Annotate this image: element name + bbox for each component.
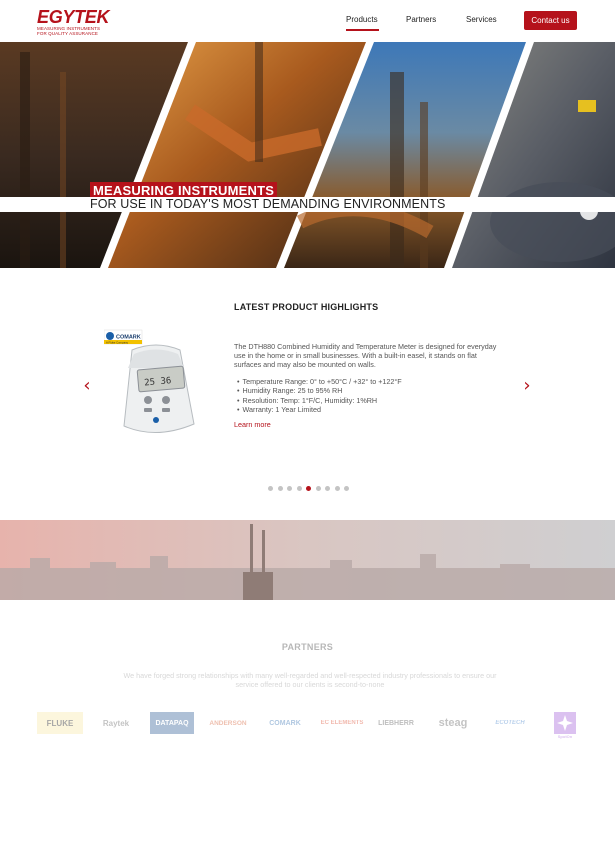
carousel-dot[interactable] <box>296 486 302 491</box>
egytek-logo[interactable]: EGYTEK MEASURING INSTRUMENTS FOR QUALITY… <box>37 7 110 36</box>
partner-logo-elements[interactable]: EC ELEMENTS <box>320 712 364 734</box>
nav-active-indicator <box>346 29 379 31</box>
carousel-pagination <box>268 486 349 492</box>
spoton-star-icon <box>554 711 576 734</box>
carousel-dot[interactable] <box>344 486 349 491</box>
partner-logo-label: FLUKE <box>46 718 74 728</box>
product-specs-list: Temperature Range: 0° to +50°C / +32° to… <box>237 377 402 414</box>
partner-logo-label: ECOTECH <box>495 720 525 726</box>
carousel-dot[interactable] <box>268 486 273 491</box>
carousel-dot[interactable] <box>287 486 292 491</box>
learn-more-link[interactable]: Learn more <box>234 420 271 429</box>
spec-item: Warranty: 1 Year Limited <box>237 405 402 414</box>
partner-logo-spoton[interactable]: SpotOn <box>552 710 578 740</box>
partner-logo-fluke[interactable]: FLUKE <box>37 712 83 734</box>
site-header: EGYTEK MEASURING INSTRUMENTS FOR QUALITY… <box>0 0 615 42</box>
hero-slider-handle[interactable] <box>580 202 598 220</box>
product-description: The DTH880 Combined Humidity and Tempera… <box>234 342 497 370</box>
carousel-prev-arrow-icon[interactable]: ‹ <box>80 376 94 396</box>
hero-title-box: MEASURING INSTRUMENTS <box>90 182 278 198</box>
hero-title: MEASURING INSTRUMENTS <box>93 183 275 198</box>
partner-logo-label: LIEBHERR <box>378 719 414 727</box>
spec-item: Humidity Range: 25 to 95% RH <box>237 386 402 395</box>
partner-logo-raytek[interactable]: Raytek <box>92 712 140 734</box>
partner-logo-label: DATAPAQ <box>155 719 189 727</box>
partner-logo-label: EC ELEMENTS <box>320 720 364 726</box>
nav-services[interactable]: Services <box>466 15 497 24</box>
product-image: COMARK A Fluke Company 25 36 <box>103 328 204 448</box>
partner-logo-label: COMARK <box>269 719 301 727</box>
partner-logo-comark[interactable]: COMARK <box>261 712 309 734</box>
partner-logo-steag[interactable]: steag <box>431 712 475 734</box>
hero-collage <box>0 42 615 268</box>
spec-item: Temperature Range: 0° to +50°C / +32° to… <box>237 377 402 386</box>
carousel-dot[interactable] <box>315 486 321 491</box>
partners-title: PARTNERS <box>281 642 334 652</box>
partner-logo-liebherr[interactable]: LIEBHERR <box>373 712 419 734</box>
carousel-dot-active[interactable] <box>306 486 311 491</box>
logo-tagline-2: FOR QUALITY ASSURANCE <box>37 31 99 36</box>
nav-products[interactable]: Products <box>346 15 378 24</box>
partner-logo-label: steag <box>438 717 468 729</box>
carousel-dot[interactable] <box>277 486 283 491</box>
city-skyline-banner <box>0 520 615 600</box>
hero-banner: MEASURING INSTRUMENTS FOR USE IN TODAY'S… <box>0 42 615 268</box>
highlights-title: LATEST PRODUCT HIGHLIGHTS <box>234 302 379 312</box>
partner-logo-label: Raytek <box>102 718 130 728</box>
spec-item: Resolution: Temp: 1°F/C, Humidity: 1%RH <box>237 396 402 405</box>
partner-logo-ecotech[interactable]: ECOTECH <box>487 712 533 734</box>
carousel-next-arrow-icon[interactable]: › <box>520 376 534 396</box>
hero-subtitle: FOR USE IN TODAY'S MOST DEMANDING ENVIRO… <box>90 197 446 211</box>
carousel-dot[interactable] <box>325 486 330 491</box>
partner-logo-datapaq[interactable]: DATAPAQ <box>150 712 194 734</box>
product-brand-sub-label: A Fluke Company <box>106 340 129 344</box>
carousel-dot[interactable] <box>334 486 340 491</box>
partners-description: We have forged strong relationships with… <box>123 671 497 690</box>
contact-us-button[interactable]: Contact us <box>524 11 577 30</box>
logo-wordmark: EGYTEK <box>37 7 110 27</box>
partner-logo-label: SpotOn <box>557 733 573 739</box>
partner-logo-anderson[interactable]: ANDERSON <box>206 712 250 734</box>
partner-logo-label: ANDERSON <box>209 719 247 727</box>
nav-partners[interactable]: Partners <box>406 15 436 24</box>
